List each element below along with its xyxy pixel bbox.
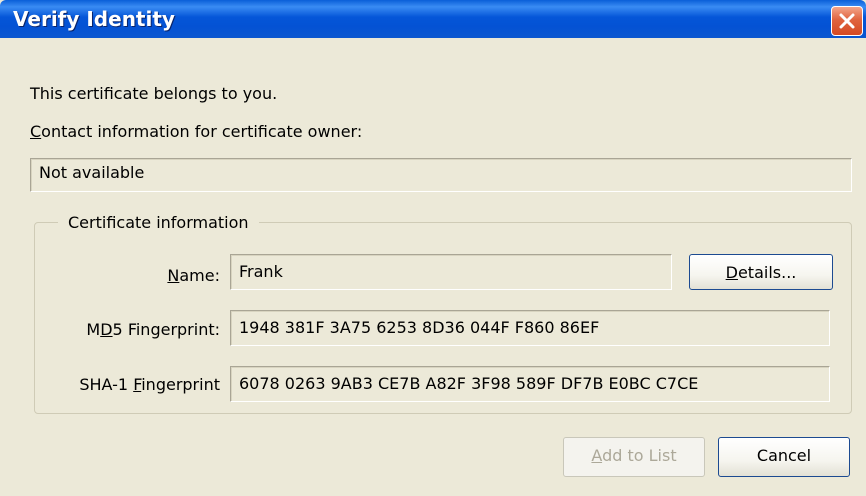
add-to-list-accelerator: A <box>591 446 603 465</box>
md5-label-text: 5 Fingerprint: <box>112 320 220 339</box>
contact-info-label: Contact information for certificate owne… <box>30 122 362 142</box>
contact-label-text: ontact information for certificate owner… <box>41 122 363 141</box>
name-label-accelerator: N <box>167 266 180 285</box>
cancel-button[interactable]: Cancel <box>718 437 850 477</box>
details-button-label: etails... <box>737 263 797 282</box>
sha1-fingerprint-label: SHA-1 Fingerprint <box>40 375 220 395</box>
certificate-info-group-title: Certificate information <box>58 213 259 233</box>
verify-identity-dialog: Verify Identity This certificate belongs… <box>0 0 866 496</box>
md5-fingerprint-field[interactable]: 1948 381F 3A75 6253 8D36 044F F860 86EF <box>230 310 830 346</box>
contact-info-field[interactable]: Not available <box>30 158 852 192</box>
certificate-name-field[interactable]: Frank <box>230 254 672 290</box>
sha1-label-prefix: SHA-1 <box>79 375 134 394</box>
close-icon <box>839 13 855 29</box>
details-button[interactable]: Details... <box>689 254 833 290</box>
add-to-list-button[interactable]: Add to List <box>563 437 705 477</box>
ownership-text: This certificate belongs to you. <box>30 84 278 103</box>
sha1-label-text: ingerprint <box>141 375 220 394</box>
details-accelerator: D <box>725 263 738 282</box>
close-button[interactable] <box>831 6 863 36</box>
name-label: Name: <box>140 266 220 286</box>
title-bar[interactable]: Verify Identity <box>0 0 866 38</box>
contact-label-accelerator: C <box>30 122 42 141</box>
window-title: Verify Identity <box>13 7 175 31</box>
md5-label-accelerator: D <box>100 320 113 339</box>
md5-fingerprint-label: MD5 Fingerprint: <box>50 320 220 340</box>
add-to-list-label: dd to List <box>602 446 677 465</box>
md5-label-prefix: M <box>86 320 101 339</box>
sha1-fingerprint-field[interactable]: 6078 0263 9AB3 CE7B A82F 3F98 589F DF7B … <box>230 366 830 402</box>
name-label-text: ame: <box>179 266 220 285</box>
